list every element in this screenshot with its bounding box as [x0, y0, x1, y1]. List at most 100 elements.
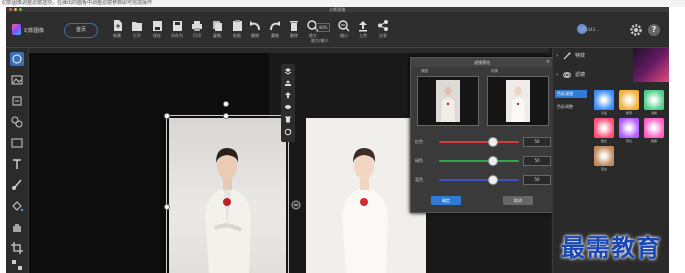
red-slider-track[interactable]: [439, 141, 519, 143]
crop-frame-tool-icon[interactable]: [10, 241, 24, 255]
chevron-right-icon: ›: [556, 53, 558, 59]
green-slider-track[interactable]: [439, 160, 519, 162]
filter-label: 暖黄: [625, 111, 632, 115]
upload-button[interactable]: 上传: [353, 18, 373, 46]
filters-section-label: 滤镜: [575, 72, 586, 78]
hand-tool-icon[interactable]: [10, 220, 24, 234]
blue-slider-knob[interactable]: [487, 175, 498, 185]
main-toolbar: 幻影图像 首页 新建 打开 保存 另存为 打印 复制 粘贴 撤销 重做 删除 放…: [6, 12, 669, 48]
app-name: 幻影图像: [24, 28, 45, 34]
resize-handle[interactable]: [223, 113, 229, 119]
after-preview: [487, 76, 549, 126]
lasso-tool-icon[interactable]: [10, 52, 24, 66]
filter-thumbnail[interactable]: [594, 90, 614, 110]
close-icon[interactable]: ×: [546, 59, 550, 65]
green-slider-row: 绿色 50: [415, 156, 551, 166]
save-as-icon: [173, 21, 182, 31]
rotate-handle[interactable]: [223, 101, 229, 107]
filter-thumbnail[interactable]: [594, 146, 614, 166]
before-label: 原图: [421, 69, 428, 73]
rectangle-tool-icon[interactable]: [10, 136, 24, 150]
cancel-button[interactable]: 取消: [503, 196, 533, 205]
after-label: 效果: [491, 69, 498, 73]
new-file-icon: [114, 20, 122, 31]
paint-bucket-tool-icon[interactable]: [10, 199, 24, 213]
bring-forward-icon[interactable]: [284, 79, 292, 87]
filter-label: 冷蓝: [600, 111, 607, 115]
save-as-button[interactable]: 另存为: [167, 18, 187, 46]
red-slider-row: 红色 50: [415, 137, 551, 147]
delete-icon: [290, 21, 298, 31]
crop-tool-icon[interactable]: [10, 94, 24, 108]
blue-value-stepper[interactable]: 50: [523, 175, 551, 185]
text-tool-icon[interactable]: [10, 157, 24, 171]
user-name[interactable]: 151443...: [580, 27, 599, 32]
zoom-label: 放大/缩小: [311, 38, 329, 43]
help-icon[interactable]: ?: [648, 24, 660, 36]
app-logo: [12, 24, 21, 35]
image-tool-icon[interactable]: [10, 73, 24, 87]
resize-handle[interactable]: [164, 204, 170, 210]
red-value-stepper[interactable]: 50: [523, 137, 551, 147]
new-label: 新建: [113, 33, 121, 38]
green-slider-knob[interactable]: [487, 156, 498, 166]
filter-label: 艳丽: [650, 139, 657, 143]
move-up-icon[interactable]: [284, 91, 292, 99]
zoom-out-icon: [338, 20, 350, 32]
print-button[interactable]: 打印: [187, 18, 207, 46]
layers-icon[interactable]: [284, 67, 292, 75]
chevron-down-icon: ‹: [556, 72, 558, 78]
gear-icon[interactable]: [629, 23, 643, 37]
layer-stack-icon[interactable]: [284, 103, 292, 111]
filter-thumbnail[interactable]: [594, 118, 614, 138]
home-button[interactable]: 首页: [64, 23, 98, 38]
upload-label: 上传: [359, 33, 367, 38]
open-folder-icon: [132, 22, 142, 31]
share-button[interactable]: 分享: [373, 18, 393, 46]
refresh-icon[interactable]: [284, 128, 292, 136]
category-color-filters[interactable]: 色彩滤镜: [555, 90, 587, 98]
ok-button[interactable]: 确定: [431, 196, 461, 205]
paste-button[interactable]: 粘贴: [227, 18, 247, 46]
open-button[interactable]: 打开: [127, 18, 147, 46]
share-icon: [378, 20, 388, 31]
magic-wand-icon: [563, 52, 571, 60]
upload-icon: [359, 21, 367, 32]
filter-label: 梦幻: [625, 139, 632, 143]
redo-button[interactable]: 重做: [265, 18, 285, 46]
shapes-tool-icon[interactable]: [10, 115, 24, 129]
red-slider-knob[interactable]: [487, 137, 498, 147]
browser-strip-text: 幻影图像调整滤镜选项，在弹出的面板中调整滤镜参数即可完成操作: [2, 0, 153, 6]
brush-tool-icon[interactable]: [10, 178, 24, 192]
filter-label: 清新: [650, 111, 657, 115]
effects-section-label: 特效: [575, 53, 586, 59]
save-button[interactable]: 保存: [147, 18, 167, 46]
mosaic-tool-icon[interactable]: [10, 258, 24, 272]
filter-thumbnail[interactable]: [644, 118, 664, 138]
category-color-adjust[interactable]: 色彩调整: [555, 103, 587, 111]
blue-slider-row: 蓝色 50: [415, 175, 551, 185]
green-value-stepper[interactable]: 50: [523, 156, 551, 166]
before-preview: [417, 76, 479, 126]
redo-label: 重做: [271, 33, 279, 38]
zoom-out-button[interactable]: 缩小: [334, 18, 354, 46]
new-button[interactable]: 新建: [107, 18, 127, 46]
trash-icon[interactable]: [284, 115, 292, 123]
selection-frame[interactable]: [166, 115, 289, 273]
copy-button[interactable]: 复制: [207, 18, 227, 46]
blue-slider-track[interactable]: [439, 179, 519, 181]
resize-handle[interactable]: [164, 113, 170, 119]
redo-icon: [270, 21, 280, 31]
filtered-photo[interactable]: [306, 118, 426, 273]
filter-thumbnail[interactable]: [619, 90, 639, 110]
green-slider-label: 绿色: [415, 158, 423, 163]
filter-thumbnail[interactable]: [644, 90, 664, 110]
undo-label: 撤销: [251, 33, 259, 38]
zoom-level-input[interactable]: 40%: [316, 23, 330, 32]
filter-label: 暖红: [600, 139, 607, 143]
filter-thumbnail[interactable]: [619, 118, 639, 138]
split-compare-icon[interactable]: [291, 200, 301, 210]
delete-button[interactable]: 删除: [284, 18, 304, 46]
undo-icon: [250, 21, 260, 31]
undo-button[interactable]: 撤销: [245, 18, 265, 46]
